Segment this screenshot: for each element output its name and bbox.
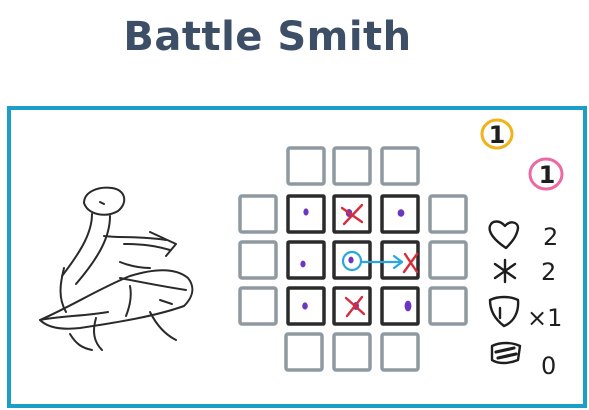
grid-cell-inner-1[interactable]: [286, 194, 326, 234]
grid-cell-top-left[interactable]: [286, 146, 326, 186]
grid-cell-right-bottom[interactable]: [428, 286, 468, 326]
grid-cell-inner-3[interactable]: [380, 194, 420, 234]
grid-cell-inner-6[interactable]: [380, 240, 420, 280]
grid-cell-bottom-mid[interactable]: [332, 332, 372, 372]
grid-cell-left-mid[interactable]: [238, 240, 278, 280]
grid-cell-top-mid[interactable]: [332, 146, 372, 186]
grid-cell-right-top[interactable]: [428, 194, 468, 234]
grid-cell-left-top[interactable]: [238, 194, 278, 234]
grid-cell-center[interactable]: [332, 240, 372, 280]
grid-cell-inner-8[interactable]: [332, 286, 372, 326]
grid-cell-bottom-right[interactable]: [380, 332, 420, 372]
grid-cell-bottom-left[interactable]: [284, 332, 324, 372]
grid-cell-inner-4[interactable]: [286, 240, 326, 280]
card-title: Battle Smith: [123, 14, 412, 60]
grid-cell-left-bottom[interactable]: [238, 286, 278, 326]
grid-cell-inner-7[interactable]: [286, 286, 326, 326]
grid-cell-inner-2[interactable]: [332, 194, 372, 234]
grid-cell-top-right[interactable]: [380, 146, 420, 186]
grid-cell-inner-9[interactable]: [380, 286, 420, 326]
inner-cells: [286, 194, 420, 326]
grid-cell-right-mid[interactable]: [428, 240, 468, 280]
